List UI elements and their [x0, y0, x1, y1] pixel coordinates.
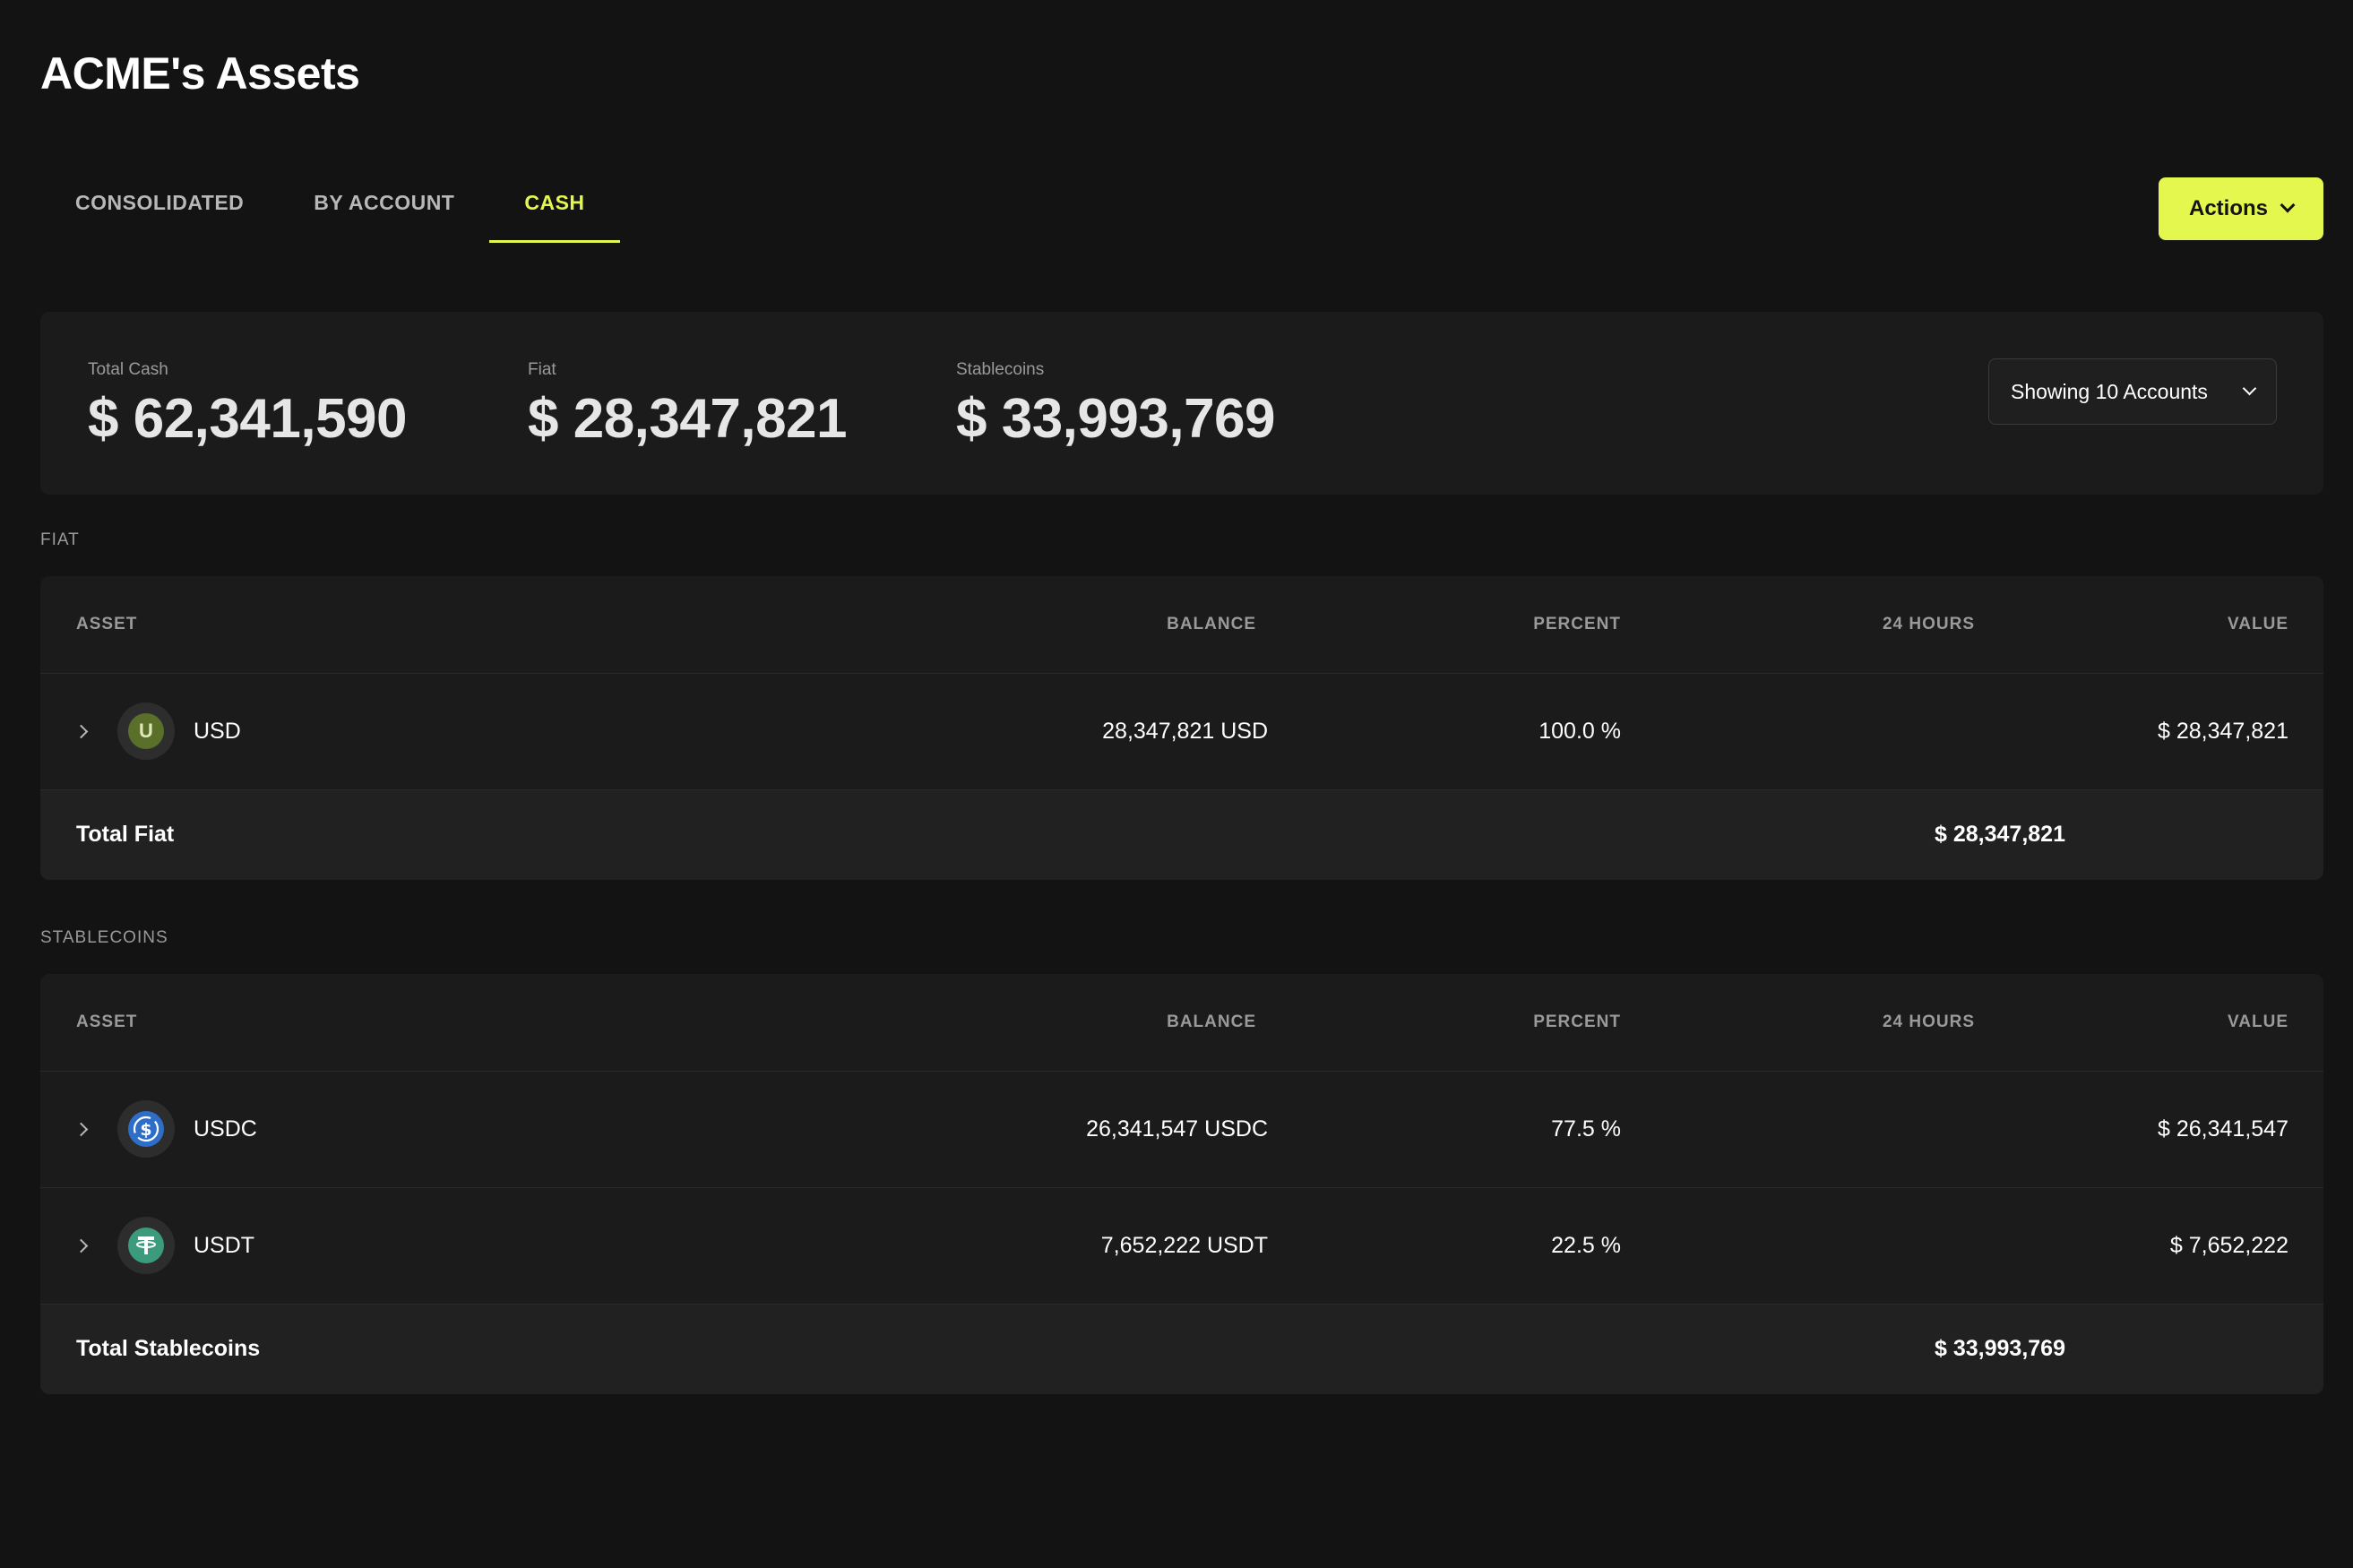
stablecoins-table: ASSET BALANCE PERCENT 24 HOURS VALUE $ U… [40, 974, 2323, 1394]
asset-value: $ 26,341,547 [2158, 1116, 2288, 1142]
asset-avatar: U [117, 702, 175, 760]
column-percent: PERCENT [1533, 615, 1621, 633]
usdc-coin-icon: $ [128, 1111, 164, 1147]
asset-balance: 28,347,821 USD [1102, 719, 1268, 744]
column-asset: ASSET [76, 1012, 138, 1031]
stablecoins-value: $ 33,993,769 [956, 388, 1276, 450]
chevron-right-icon[interactable] [73, 1122, 89, 1137]
table-row[interactable]: USDT 7,652,222 USDT 22.5 % $ 7,652,222 [40, 1188, 2323, 1305]
table-total-row: Total Fiat $ 28,347,821 [40, 790, 2323, 880]
total-cash-label: Total Cash [88, 360, 168, 379]
tab-cash[interactable]: CASH [489, 166, 620, 243]
column-balance: BALANCE [1167, 615, 1256, 633]
asset-avatar: $ [117, 1100, 175, 1158]
chevron-right-icon[interactable] [73, 724, 89, 739]
table-header: ASSET BALANCE PERCENT 24 HOURS VALUE [40, 974, 2323, 1072]
stablecoins-section-label: STABLECOINS [40, 928, 168, 947]
asset-percent: 22.5 % [1551, 1233, 1621, 1258]
asset-percent: 100.0 % [1538, 719, 1621, 744]
total-stablecoins-value: $ 33,993,769 [1935, 1336, 2065, 1361]
table-row[interactable]: $ USDC 26,341,547 USDC 77.5 % $ 26,341,5… [40, 1072, 2323, 1188]
actions-button[interactable]: Actions [2159, 177, 2323, 240]
asset-balance: 26,341,547 USDC [1086, 1116, 1268, 1142]
asset-percent: 77.5 % [1551, 1116, 1621, 1142]
total-fiat-value: $ 28,347,821 [1935, 822, 2065, 847]
total-stablecoins-label: Total Stablecoins [76, 1336, 261, 1361]
chevron-right-icon[interactable] [73, 1238, 89, 1254]
table-total-row: Total Stablecoins $ 33,993,769 [40, 1305, 2323, 1394]
actions-button-label: Actions [2188, 196, 2268, 220]
tab-by-account[interactable]: BY ACCOUNT [279, 166, 489, 243]
column-asset: ASSET [76, 615, 138, 633]
usd-coin-icon: U [128, 713, 164, 749]
total-cash-metric: Total Cash $ 62,341,590 [88, 360, 408, 452]
view-tabs: CONSOLIDATED BY ACCOUNT CASH [40, 166, 620, 243]
fiat-table: ASSET BALANCE PERCENT 24 HOURS VALUE U U… [40, 576, 2323, 880]
column-24-hours: 24 HOURS [1882, 615, 1975, 633]
column-value: VALUE [2228, 1012, 2288, 1031]
asset-avatar [117, 1217, 175, 1274]
svg-text:$: $ [140, 1120, 151, 1140]
accounts-filter-select[interactable]: Showing 10 Accounts [1988, 358, 2277, 425]
tab-consolidated[interactable]: CONSOLIDATED [40, 166, 279, 243]
chevron-down-icon [2242, 381, 2257, 395]
asset-name: USDC [194, 1116, 257, 1142]
accounts-filter-label: Showing 10 Accounts [2011, 379, 2208, 403]
asset-value: $ 7,652,222 [2169, 1233, 2288, 1258]
column-percent: PERCENT [1533, 1012, 1621, 1031]
asset-balance: 7,652,222 USDT [1100, 1233, 1268, 1258]
fiat-label: Fiat [528, 360, 556, 379]
table-header: ASSET BALANCE PERCENT 24 HOURS VALUE [40, 576, 2323, 674]
asset-name: USDT [194, 1233, 255, 1258]
stablecoins-metric: Stablecoins $ 33,993,769 [956, 360, 1276, 452]
stablecoins-label: Stablecoins [956, 360, 1045, 379]
total-cash-value: $ 62,341,590 [88, 388, 408, 450]
asset-name: USD [194, 719, 241, 744]
fiat-section-label: FIAT [40, 530, 80, 549]
fiat-metric: Fiat $ 28,347,821 [528, 360, 848, 452]
column-balance: BALANCE [1167, 1012, 1256, 1031]
column-24-hours: 24 HOURS [1882, 1012, 1975, 1031]
page-title: ACME's Assets [40, 48, 360, 99]
usdt-coin-icon [128, 1228, 164, 1263]
total-fiat-label: Total Fiat [76, 822, 175, 847]
column-value: VALUE [2228, 615, 2288, 633]
chevron-down-icon [2280, 197, 2296, 213]
cash-summary-card: Total Cash $ 62,341,590 Fiat $ 28,347,82… [40, 312, 2323, 495]
fiat-value: $ 28,347,821 [528, 388, 848, 450]
table-row[interactable]: U USD 28,347,821 USD 100.0 % $ 28,347,82… [40, 674, 2323, 790]
asset-value: $ 28,347,821 [2158, 719, 2288, 744]
